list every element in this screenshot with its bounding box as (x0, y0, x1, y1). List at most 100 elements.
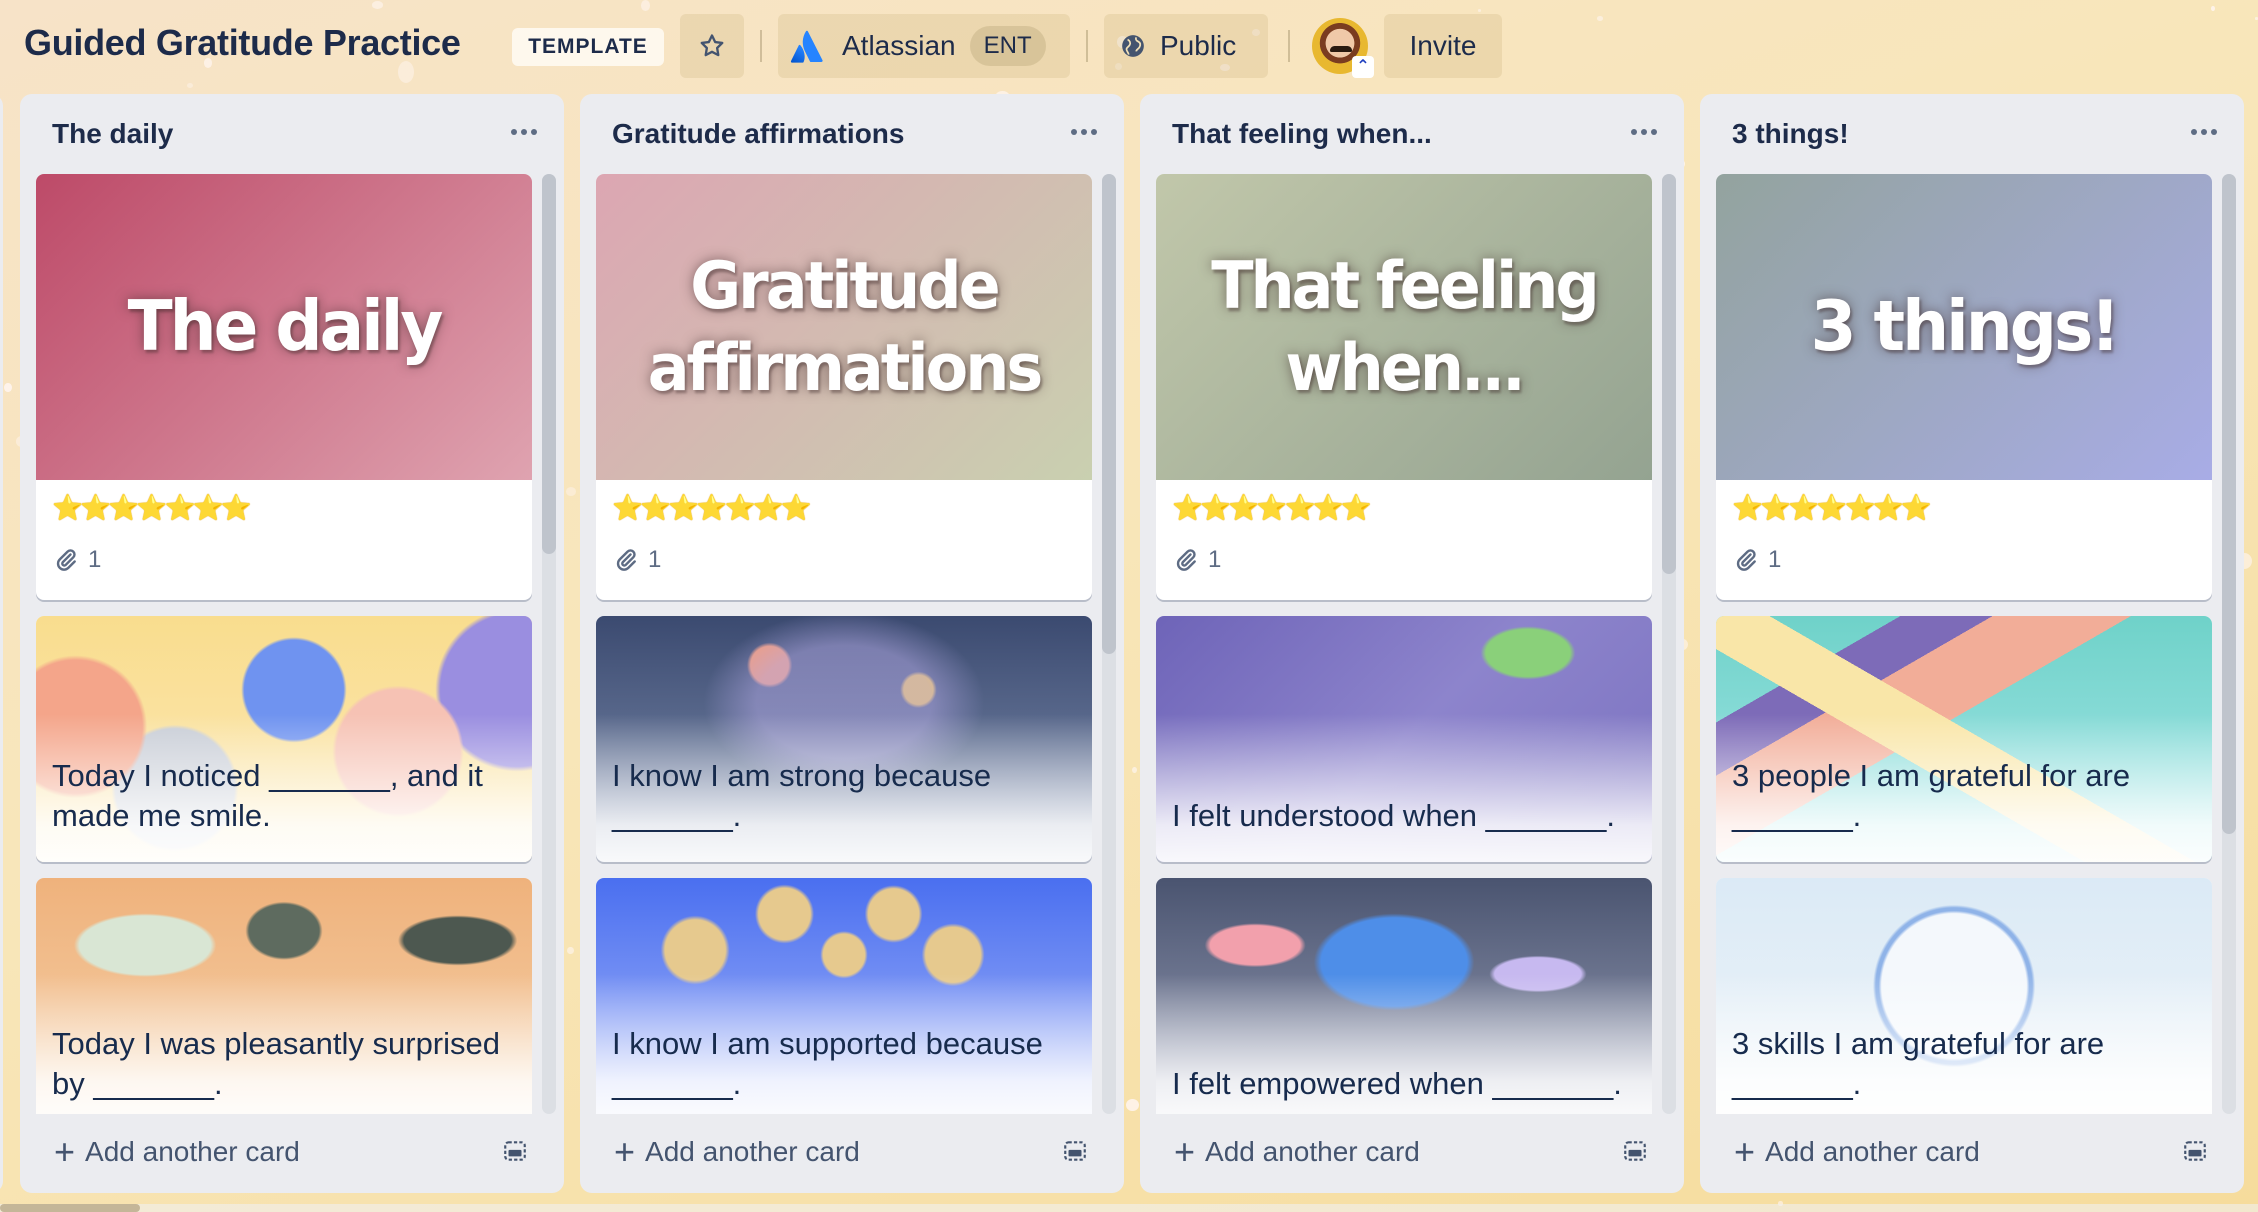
card-container: 3 things! ⭐⭐⭐⭐⭐⭐⭐ 1 3 people I am gratef… (1716, 174, 2212, 1114)
scrollbar-thumb[interactable] (1662, 174, 1676, 574)
star-board-button[interactable] (680, 14, 744, 78)
cover-title: That feeling when... (1211, 247, 1600, 406)
list-1: The daily The daily ⭐⭐⭐⭐⭐⭐⭐ 1 Today I no… (20, 94, 564, 1193)
list-footer: + Add another card (1156, 1128, 1652, 1176)
card[interactable]: 3 skills I am grateful for are _______. (1716, 878, 2212, 1114)
card[interactable]: Today I noticed _______, and it made me … (36, 616, 532, 862)
background-speckle (1131, 766, 1137, 774)
list-scrollbar[interactable] (542, 174, 556, 1114)
list-scrollbar[interactable] (2222, 174, 2236, 1114)
add-card-label: Add another card (645, 1136, 860, 1167)
workspace-tier-badge: ENT (969, 26, 1046, 66)
create-from-template-icon[interactable] (2182, 1138, 2208, 1164)
star-outline-icon (700, 34, 724, 57)
card-title: I know I am strong because _______. (612, 758, 992, 833)
ellipsis-icon (1631, 129, 1657, 135)
list-title[interactable]: That feeling when... (1172, 118, 1432, 150)
card-title-stars: ⭐⭐⭐⭐⭐⭐⭐ (52, 494, 252, 522)
card[interactable]: I know I am strong because _______. (596, 616, 1092, 862)
cover-card[interactable]: Gratitude affirmations ⭐⭐⭐⭐⭐⭐⭐ 1 (596, 174, 1092, 600)
add-card-label: Add another card (85, 1136, 300, 1167)
create-from-template-icon[interactable] (1062, 1138, 1088, 1164)
card-badges: 1 (614, 546, 661, 574)
template-badge: TEMPLATE (512, 28, 664, 66)
list-scrollbar[interactable] (1662, 174, 1676, 1114)
background-speckle (4, 382, 12, 393)
paperclip-icon (56, 549, 76, 571)
add-card-button[interactable]: + Add another card (1156, 1128, 1420, 1176)
card-badges: 1 (54, 546, 101, 574)
scrollbar-thumb[interactable] (542, 174, 556, 554)
visibility-button[interactable]: Public (1104, 14, 1268, 78)
card-title: Today I noticed _______, and it made me … (52, 758, 483, 833)
background-speckle (1126, 1098, 1139, 1111)
visibility-label: Public (1160, 30, 1237, 61)
list-2: Gratitude affirmations Gratitude affirma… (580, 94, 1124, 1193)
list-footer: + Add another card (596, 1128, 1092, 1176)
globe-icon (1122, 35, 1144, 57)
card-cover-image: That feeling when... (1156, 174, 1652, 480)
list-menu-button[interactable] (504, 116, 544, 148)
list-footer: + Add another card (36, 1128, 532, 1176)
double-chevron-up-icon: ⌃ (1352, 56, 1374, 78)
attachment-count: 1 (1208, 546, 1222, 573)
avatar-face (1330, 46, 1352, 52)
card[interactable]: I know I am supported because _______. (596, 878, 1092, 1114)
background-speckle (565, 487, 577, 496)
add-card-button[interactable]: + Add another card (596, 1128, 860, 1176)
list-menu-button[interactable] (1624, 116, 1664, 148)
create-from-template-icon[interactable] (502, 1138, 528, 1164)
card-title: Today I was pleasantly surprised by ____… (52, 1026, 501, 1101)
list-menu-button[interactable] (2184, 116, 2224, 148)
card[interactable]: 3 people I am grateful for are _______. (1716, 616, 2212, 862)
attachment-count: 1 (88, 546, 102, 573)
list-title[interactable]: Gratitude affirmations (612, 118, 904, 150)
attachment-count: 1 (1768, 546, 1782, 573)
list-title[interactable]: 3 things! (1732, 118, 1849, 150)
cover-title: 3 things! (1810, 286, 2121, 367)
paperclip-icon (1176, 549, 1196, 571)
card[interactable]: I felt empowered when _______. (1156, 878, 1652, 1114)
header-divider (1086, 30, 1088, 62)
card-title-stars: ⭐⭐⭐⭐⭐⭐⭐ (612, 494, 812, 522)
card-title: I felt empowered when _______. (1172, 1066, 1622, 1101)
member-avatar[interactable]: ⌃ (1312, 18, 1374, 78)
list-menu-button[interactable] (1064, 116, 1104, 148)
add-card-label: Add another card (1765, 1136, 1980, 1167)
invite-button[interactable]: Invite (1384, 14, 1502, 78)
scrollbar-thumb[interactable] (0, 1204, 140, 1212)
list-scrollbar[interactable] (1102, 174, 1116, 1114)
create-from-template-icon[interactable] (1622, 1138, 1648, 1164)
list-title[interactable]: The daily (52, 118, 173, 150)
background-speckle (567, 946, 575, 955)
plus-icon: + (1174, 1131, 1196, 1172)
cover-fade (1156, 714, 1652, 862)
plus-icon: + (54, 1131, 76, 1172)
add-card-button[interactable]: + Add another card (36, 1128, 300, 1176)
cover-card[interactable]: 3 things! ⭐⭐⭐⭐⭐⭐⭐ 1 (1716, 174, 2212, 600)
card-container: That feeling when... ⭐⭐⭐⭐⭐⭐⭐ 1 I felt un… (1156, 174, 1652, 1114)
list-offscreen (0, 94, 3, 1193)
board-horizontal-scrollbar[interactable] (0, 1204, 2258, 1212)
cover-card[interactable]: That feeling when... ⭐⭐⭐⭐⭐⭐⭐ 1 (1156, 174, 1652, 600)
list-4: 3 things! 3 things! ⭐⭐⭐⭐⭐⭐⭐ 1 3 people I… (1700, 94, 2244, 1193)
list-footer: + Add another card (1716, 1128, 2212, 1176)
board-title[interactable]: Guided Gratitude Practice (24, 22, 461, 64)
board-header: Guided Gratitude Practice TEMPLATE Atlas… (0, 0, 2258, 90)
add-card-button[interactable]: + Add another card (1716, 1128, 1980, 1176)
scrollbar-thumb[interactable] (1102, 174, 1116, 654)
header-divider (1288, 30, 1290, 62)
cover-card[interactable]: The daily ⭐⭐⭐⭐⭐⭐⭐ 1 (36, 174, 532, 600)
card[interactable]: I felt understood when _______. (1156, 616, 1652, 862)
ellipsis-icon (2191, 129, 2217, 135)
card[interactable]: Today I was pleasantly surprised by ____… (36, 878, 532, 1114)
header-divider (760, 30, 762, 62)
plus-icon: + (614, 1131, 636, 1172)
ellipsis-icon (511, 129, 537, 135)
plus-icon: + (1734, 1131, 1756, 1172)
workspace-button[interactable]: Atlassian ENT (778, 14, 1070, 78)
card-container: Gratitude affirmations ⭐⭐⭐⭐⭐⭐⭐ 1 I know … (596, 174, 1092, 1114)
attachment-count: 1 (648, 546, 662, 573)
scrollbar-thumb[interactable] (2222, 174, 2236, 834)
card-cover-image: The daily (36, 174, 532, 480)
